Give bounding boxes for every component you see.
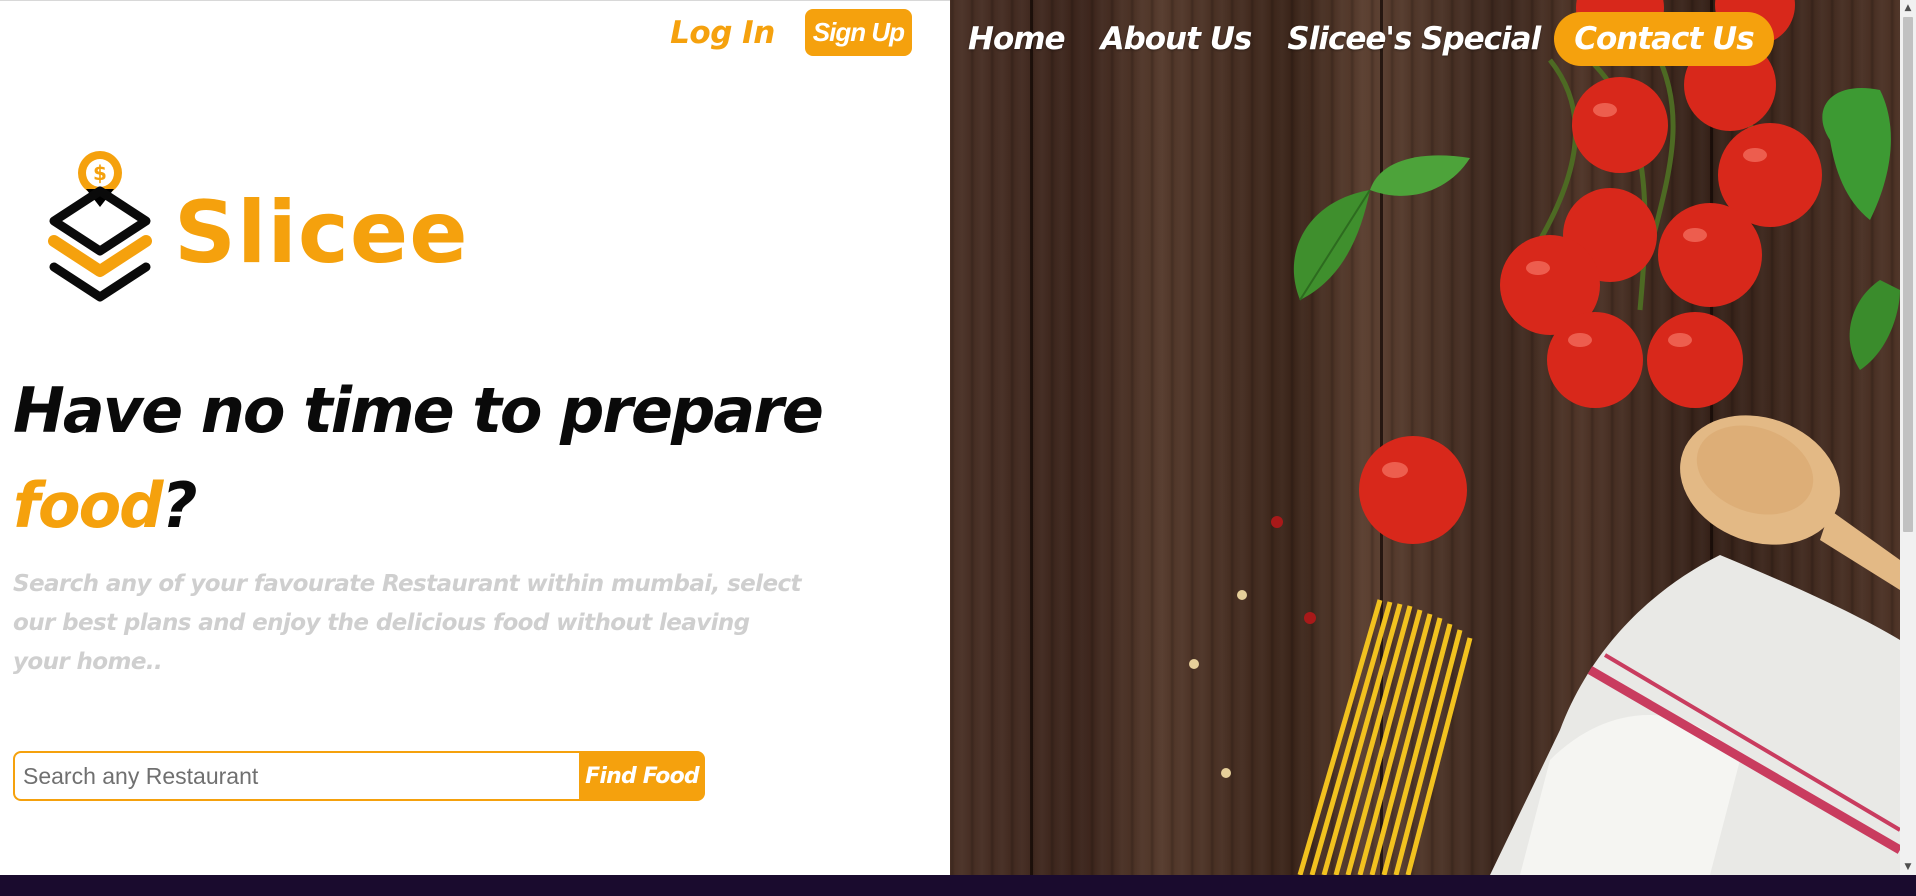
contact-us-button[interactable]: Contact Us <box>1554 12 1774 66</box>
headline-question-mark: ? <box>161 469 198 542</box>
footer-strip <box>0 875 1916 896</box>
cooking-ingredients-icon <box>1189 0 1900 875</box>
hero-headline: Have no time to prepare food? <box>13 363 913 553</box>
nav-home[interactable]: Home <box>968 21 1066 57</box>
nav-about-us[interactable]: About Us <box>1101 21 1253 57</box>
scroll-up-arrow-icon[interactable]: ▲ <box>1900 0 1916 16</box>
headline-accent-word: food <box>13 469 164 542</box>
hero-description: Search any of your favourate Restaurant … <box>13 571 802 675</box>
find-food-button[interactable]: Find Food <box>579 751 705 801</box>
hero-image-panel: Home About Us Slicee's Special Contact U… <box>950 0 1900 875</box>
brand-name: Slicee <box>174 183 469 283</box>
svg-text:$: $ <box>93 161 107 185</box>
nav-slicees-special[interactable]: Slicee's Special <box>1287 21 1541 57</box>
headline-text: Have no time to prepare <box>13 374 824 447</box>
scroll-down-arrow-icon[interactable]: ▼ <box>1900 859 1916 875</box>
dollar-pin-stacked-layers-icon: $ <box>48 149 152 309</box>
search-input[interactable] <box>13 751 579 801</box>
signup-button[interactable]: Sign Up <box>804 9 912 56</box>
scrollbar-thumb[interactable] <box>1903 17 1913 532</box>
main-nav: Home About Us Slicee's Special Contact U… <box>968 12 1774 66</box>
restaurant-search: Find Food <box>13 751 705 801</box>
vertical-scrollbar[interactable]: ▲ ▼ <box>1900 0 1916 875</box>
hero-left-panel: Log In Sign Up $ Slicee Have no time to … <box>0 0 950 875</box>
brand-logo[interactable]: $ Slicee <box>48 149 469 309</box>
auth-links: Log In Sign Up <box>670 9 912 56</box>
login-link[interactable]: Log In <box>670 15 775 51</box>
